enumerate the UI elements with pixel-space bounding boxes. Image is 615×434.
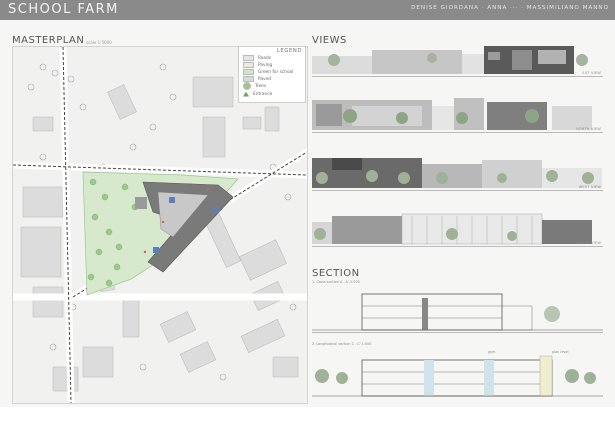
longitudinal-section: gym plan level [312, 350, 603, 400]
view-label: EST VIEW [582, 71, 601, 75]
view-label: NORTH VIEW [576, 127, 601, 131]
title-bar: SCHOOL FARM DENISE GIORDANA · ANNA ··· ·… [0, 0, 615, 20]
legend-row: Roads [243, 55, 271, 61]
legend-row: Entrance [243, 91, 272, 97]
est-view: EST VIEW [312, 44, 603, 77]
legend-swatch [243, 55, 254, 61]
section-tag: plan level [552, 350, 569, 354]
west-view: WEST VIEW [312, 156, 603, 191]
legend-label: Paved [258, 76, 271, 82]
cross-section-drawing [312, 293, 603, 331]
legend-title: LEGEND [276, 48, 302, 54]
cross-section [312, 286, 603, 333]
view-label: SOUTH VIEW [576, 241, 601, 245]
legend-label: Paving [258, 62, 273, 68]
legend-row: Paving [243, 62, 272, 68]
legend-label: Green for school [258, 69, 294, 75]
legend-swatch [243, 69, 254, 75]
legend-label: Roads [258, 55, 272, 61]
masterplan-heading: MASTERPLAN [12, 35, 85, 46]
est-view-drawing [312, 46, 588, 74]
legend-swatch [243, 62, 254, 68]
page-margin [0, 407, 615, 434]
map-legend: LEGEND Roads Paving Green for school Pav… [238, 46, 306, 103]
south-view-drawing [312, 213, 592, 245]
section-subtitle-1: 1. Cross section A - A' 1:500 [312, 280, 360, 284]
longitudinal-section-drawing [312, 355, 603, 397]
west-view-drawing [312, 158, 602, 188]
north-view: NORTH VIEW [312, 96, 603, 133]
presentation-board: SCHOOL FARM DENISE GIORDANA · ANNA ··· ·… [0, 0, 615, 407]
legend-row: Green for school [243, 69, 293, 75]
masterplan-scale: scale 1:5000 [86, 40, 112, 45]
section-tag: gym [488, 350, 496, 354]
legend-swatch [243, 82, 251, 90]
section-heading: SECTION [312, 268, 360, 279]
authors-line: DENISE GIORDANA · ANNA ··· · MASSIMILIAN… [411, 5, 609, 11]
north-view-drawing [312, 98, 592, 130]
board-title: SCHOOL FARM [8, 2, 119, 17]
view-label: WEST VIEW [578, 185, 601, 189]
legend-swatch [243, 91, 249, 97]
south-view: SOUTH VIEW [312, 212, 603, 247]
section-subtitle-2: 2. Longitudinal section C - C' 1:500 [312, 342, 372, 346]
legend-label: Trees [255, 83, 267, 89]
legend-swatch [243, 76, 254, 82]
legend-label: Entrance [253, 91, 273, 97]
legend-row: Trees [243, 82, 267, 90]
